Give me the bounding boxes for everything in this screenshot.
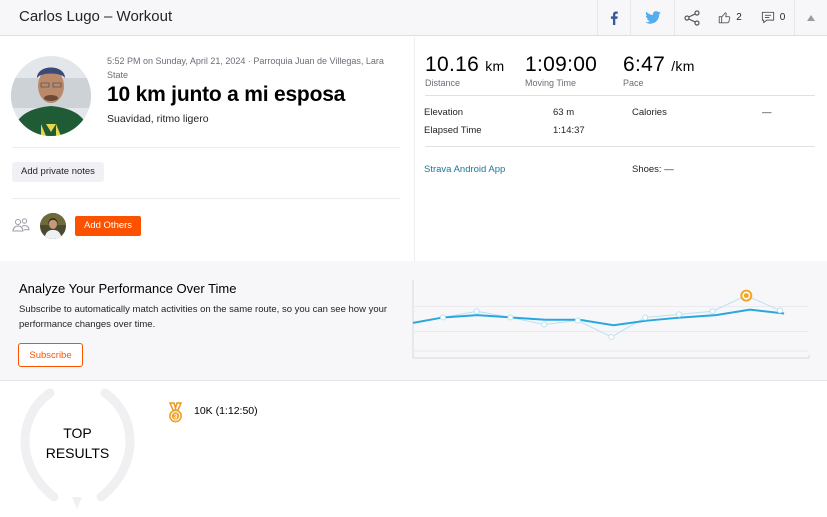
add-others-button[interactable]: Add Others bbox=[75, 216, 142, 236]
pace-value: 6:47 bbox=[623, 53, 666, 76]
data-point bbox=[574, 317, 581, 324]
data-point bbox=[440, 314, 446, 321]
share-icon bbox=[683, 9, 700, 26]
comments-button[interactable]: 0 bbox=[752, 0, 794, 35]
highlight-point-center bbox=[743, 293, 749, 299]
data-point bbox=[709, 308, 716, 315]
activity-meta: 5:52 PM on Sunday, April 21, 2024 · Parr… bbox=[107, 56, 384, 80]
scroll-up-button[interactable] bbox=[794, 0, 827, 35]
data-point bbox=[642, 314, 649, 321]
elapsed-time-value: 1:14:37 bbox=[553, 125, 585, 136]
facebook-share-button[interactable] bbox=[597, 0, 630, 35]
athlete-avatar[interactable] bbox=[11, 56, 91, 136]
calories-value: — bbox=[762, 107, 772, 118]
thumbs-up-icon bbox=[718, 12, 731, 24]
athlete-photo bbox=[11, 56, 91, 136]
kudos-button[interactable]: 2 bbox=[708, 0, 752, 35]
group-icon bbox=[12, 218, 30, 237]
elevation-label: Elevation bbox=[424, 107, 464, 118]
distance-value: 10.16 bbox=[425, 53, 480, 76]
scroll-up-icon bbox=[807, 14, 815, 21]
comment-icon bbox=[761, 11, 774, 24]
top-results-line2: RESULTS bbox=[45, 445, 110, 461]
analyze-description: Subscribe to automatically match activit… bbox=[19, 304, 388, 330]
twitter-share-button[interactable] bbox=[630, 0, 674, 35]
svg-text:3: 3 bbox=[174, 414, 178, 421]
moving-time-value: 1:09:00 bbox=[525, 53, 598, 76]
divider bbox=[12, 147, 400, 148]
add-private-notes-button[interactable]: Add private notes bbox=[12, 162, 104, 182]
data-point bbox=[473, 308, 480, 315]
top-results-label: TOP RESULTS bbox=[35, 423, 120, 463]
subscribe-button[interactable]: Subscribe bbox=[18, 343, 83, 367]
kudos-count: 2 bbox=[736, 12, 742, 23]
distance-label: Distance bbox=[425, 78, 461, 88]
elapsed-time-label: Elapsed Time bbox=[424, 125, 482, 136]
stat-pace: 6:47 /km Pace bbox=[623, 53, 695, 88]
data-point bbox=[675, 311, 682, 318]
bronze-medal-icon: 3 bbox=[167, 402, 184, 429]
trend-line bbox=[412, 308, 785, 327]
facebook-icon bbox=[610, 10, 618, 25]
moving-time-label: Moving Time bbox=[525, 78, 577, 88]
activity-description: Suavidad, ritmo ligero bbox=[107, 113, 209, 125]
top-results-line1: TOP bbox=[63, 425, 92, 441]
data-point bbox=[608, 333, 615, 340]
divider bbox=[12, 198, 400, 199]
calories-label: Calories bbox=[632, 107, 667, 118]
page-title: Carlos Lugo – Workout bbox=[19, 8, 173, 25]
data-point bbox=[507, 314, 514, 321]
data-point bbox=[777, 307, 783, 314]
activity-stats-panel: 10.16 km Distance 1:09:00 Moving Time 6:… bbox=[416, 37, 827, 261]
divider bbox=[425, 95, 815, 96]
shoes-info: Shoes: — bbox=[632, 164, 674, 175]
share-button[interactable] bbox=[674, 0, 708, 35]
divider bbox=[425, 146, 815, 147]
stat-distance: 10.16 km Distance bbox=[425, 53, 504, 88]
twitter-icon bbox=[644, 11, 661, 24]
distance-unit: km bbox=[485, 58, 505, 74]
pace-unit: /km bbox=[671, 58, 695, 74]
pace-label: Pace bbox=[623, 78, 644, 88]
device-link[interactable]: Strava Android App bbox=[424, 164, 505, 175]
companion-avatar[interactable] bbox=[40, 213, 66, 239]
header: Carlos Lugo – Workout 2 0 bbox=[0, 0, 827, 36]
activity-title: 10 km junto a mi esposa bbox=[107, 83, 346, 106]
analyze-title: Analyze Your Performance Over Time bbox=[19, 281, 237, 296]
top-result-item[interactable]: 10K (1:12:50) bbox=[194, 405, 258, 417]
elevation-value: 63 m bbox=[553, 107, 575, 118]
comments-count: 0 bbox=[779, 12, 786, 23]
performance-chart bbox=[412, 280, 810, 359]
stat-moving-time: 1:09:00 Moving Time bbox=[525, 53, 597, 88]
data-point bbox=[541, 321, 548, 328]
